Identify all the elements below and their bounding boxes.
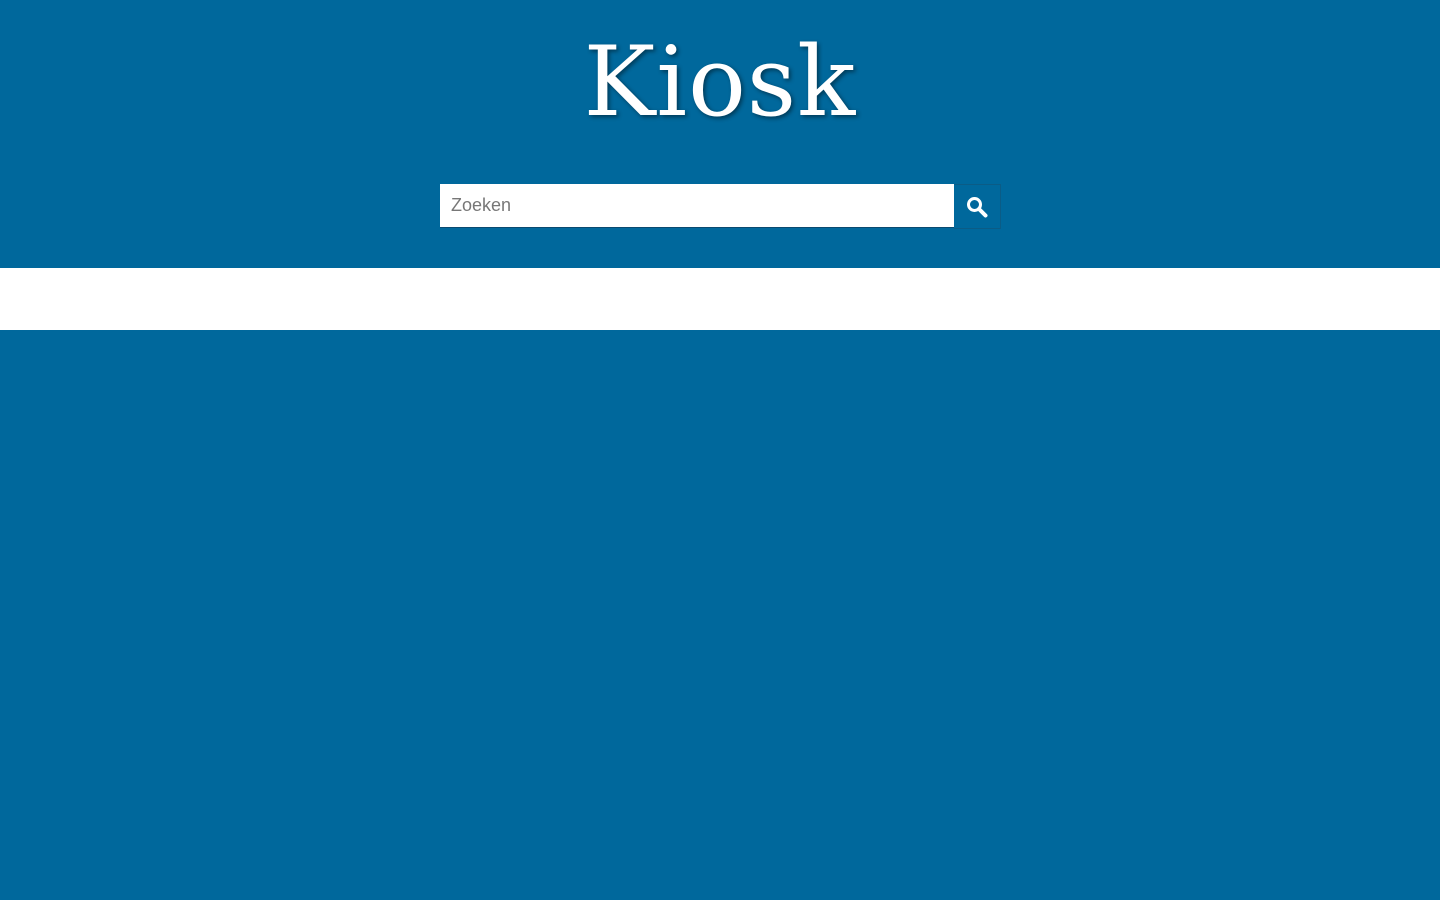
navigation-bar xyxy=(0,268,1440,330)
search-input[interactable] xyxy=(440,184,954,228)
main-content xyxy=(0,330,1440,900)
page-header: Kiosk xyxy=(0,0,1440,268)
search-button[interactable] xyxy=(954,184,1001,229)
search-form xyxy=(440,184,1001,229)
site-logo[interactable]: Kiosk xyxy=(0,22,1440,142)
search-icon xyxy=(966,196,988,218)
